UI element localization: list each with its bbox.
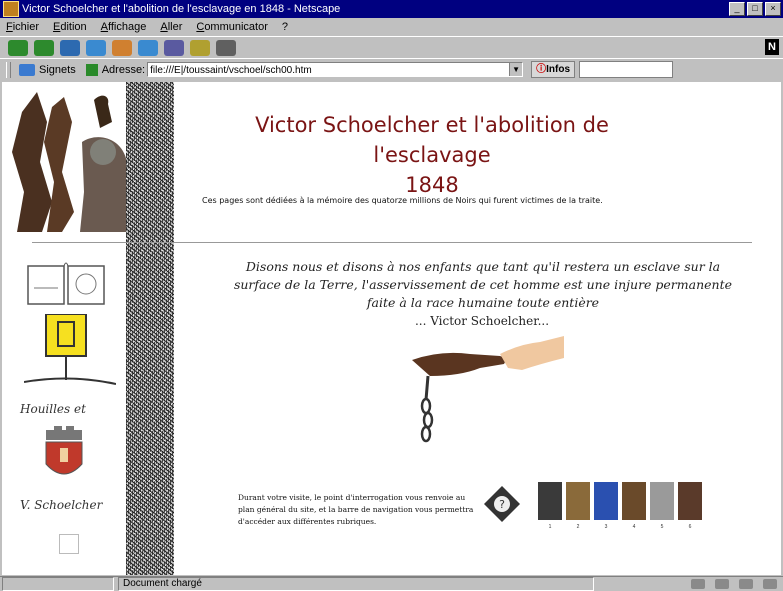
security-status-icon[interactable] [2, 577, 114, 591]
nav-thumb-label: 1 [548, 524, 552, 530]
menu-bar: Fichier Edition Affichage Aller Communic… [0, 18, 783, 36]
netscape-app-icon [3, 1, 19, 17]
search-icon[interactable] [112, 39, 132, 56]
bookmarks-icon[interactable] [19, 63, 35, 76]
nav-thumb-6[interactable]: 6 [678, 482, 702, 530]
window-title-bar: Victor Schoelcher et l'abolition de l'es… [0, 0, 783, 18]
navigation-toolbar [0, 36, 783, 58]
print-icon[interactable] [164, 39, 184, 56]
question-mark-icon[interactable]: ? [484, 486, 520, 522]
info-button-label: Infos [546, 64, 571, 75]
page-title-line-1: Victor Schoelcher et l'abolition de l'es… [255, 113, 609, 167]
window-title: Victor Schoelcher et l'abolition de l'es… [22, 3, 341, 15]
nav-thumb-label: 5 [660, 524, 664, 530]
nav-thumb-label: 2 [576, 524, 580, 530]
nav-thumb-2[interactable]: 2 [566, 482, 590, 530]
component-bar-icon-2[interactable] [715, 579, 729, 589]
bookmarks-button[interactable]: Signets [39, 64, 76, 76]
reload-icon[interactable] [60, 39, 80, 56]
forward-icon[interactable] [34, 39, 54, 56]
menu-fichier[interactable]: Fichier [6, 21, 39, 33]
info-icon: ⓘ [536, 64, 547, 75]
menu-aller[interactable]: Aller [160, 21, 182, 33]
menu-affichage[interactable]: Affichage [101, 21, 147, 33]
signpost-icon[interactable] [24, 314, 116, 396]
quote-line-1: Disons nous et disons à nos enfants que … [245, 259, 721, 274]
location-bar: Signets Adresse: file:///E|/toussaint/vs… [0, 58, 783, 80]
hands-chain-image [412, 336, 564, 443]
guide-icon[interactable] [138, 39, 158, 56]
status-text: Document chargé [118, 577, 594, 591]
nav-thumb-4[interactable]: 4 [622, 482, 646, 530]
horizontal-divider [32, 242, 752, 243]
nav-thumb-label: 3 [604, 524, 608, 530]
netscape-logo-icon: N [765, 39, 779, 55]
page-title: Victor Schoelcher et l'abolition de l'es… [202, 110, 662, 200]
navigation-help-text: Durant votre visite, le point d'interrog… [238, 493, 474, 526]
page-content: Victor Schoelcher et l'abolition de l'es… [2, 82, 781, 575]
chevron-down-icon[interactable]: ▼ [509, 63, 523, 76]
quote: Disons nous et disons à nos enfants que … [228, 258, 738, 312]
sidebar-link-schoelcher[interactable]: V. Schoelcher [20, 498, 102, 512]
close-button[interactable]: × [765, 2, 781, 16]
component-bar-icon-4[interactable] [763, 579, 777, 589]
component-bar-icon-3[interactable] [739, 579, 753, 589]
menu-help[interactable]: ? [282, 21, 288, 33]
stop-icon[interactable] [216, 39, 236, 56]
address-input[interactable]: file:///E|/toussaint/vschoel/sch00.htm ▼ [147, 62, 524, 77]
menu-edition[interactable]: Edition [53, 21, 87, 33]
back-icon[interactable] [8, 39, 28, 56]
broken-image-icon [59, 534, 79, 554]
nav-thumb-label: 6 [688, 524, 692, 530]
address-value: file:///E|/toussaint/vschoel/sch00.htm [150, 65, 312, 76]
quote-attribution: ... Victor Schoelcher... [414, 314, 550, 328]
home-icon[interactable] [86, 39, 106, 56]
maximize-button[interactable]: □ [747, 2, 763, 16]
menu-communicator[interactable]: Communicator [196, 21, 268, 33]
status-bar: Document chargé [0, 576, 783, 591]
location-icon[interactable] [85, 63, 98, 76]
security-icon[interactable] [190, 39, 210, 56]
nav-thumb-5[interactable]: 5 [650, 482, 674, 530]
quote-line-2: surface de la Terre, l'asservissement de… [233, 277, 733, 292]
dedication-text: Ces pages sont dédiées à la mémoire des … [202, 196, 603, 205]
coat-of-arms-icon[interactable] [42, 426, 86, 484]
toolbar-grip[interactable] [6, 61, 11, 78]
nav-thumb-1[interactable]: 1 [538, 482, 562, 530]
navigation-thumbnails: 1 2 3 4 5 6 [538, 482, 702, 530]
statue-image [2, 82, 132, 234]
book-icon[interactable] [26, 258, 108, 308]
nav-thumb-3[interactable]: 3 [594, 482, 618, 530]
address-label: Adresse: [101, 63, 146, 76]
quote-line-3: faite à la race humaine toute entière [366, 295, 600, 310]
info-button[interactable]: ⓘInfos [531, 61, 576, 78]
search-input[interactable] [579, 61, 674, 78]
sidebar-link-houilles[interactable]: Houilles et [20, 402, 86, 416]
decorative-noise-strip [126, 82, 174, 575]
component-bar-icon-1[interactable] [691, 579, 705, 589]
minimize-button[interactable]: _ [729, 2, 745, 16]
nav-thumb-label: 4 [632, 524, 636, 530]
svg-text:?: ? [499, 498, 505, 511]
